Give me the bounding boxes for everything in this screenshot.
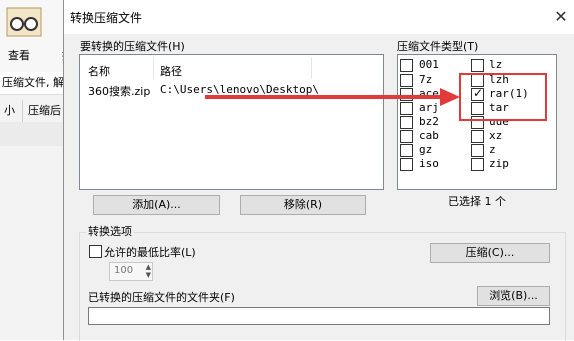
output-folder-label: 已转换的压缩文件的文件夹(F): [88, 291, 235, 304]
min-ratio-checkbox[interactable]: [89, 245, 102, 258]
glasses-icon[interactable]: [6, 7, 42, 37]
background-column-size[interactable]: 小: [0, 100, 15, 122]
type-checkbox-arj[interactable]: [400, 102, 413, 115]
ratio-value: 100: [114, 265, 134, 276]
archives-to-convert-label: 要转换的压缩文件(H): [80, 40, 185, 53]
column-divider[interactable]: [153, 57, 154, 79]
convert-archives-dialog: 转换压缩文件 ✕ 要转换的压缩文件(H) 名称 路径 360搜索.zip C:\…: [63, 0, 574, 341]
ratio-stepper[interactable]: 100 ▲ ▼: [109, 262, 153, 281]
type-checkbox-cab[interactable]: [400, 130, 413, 143]
compress-button[interactable]: 压缩(C)...: [430, 243, 550, 263]
dialog-title: 转换压缩文件: [70, 11, 143, 25]
type-checkbox-ace[interactable]: [400, 88, 413, 101]
type-label-001[interactable]: 001: [419, 58, 439, 71]
column-divider[interactable]: [311, 57, 312, 79]
archive-types-label: 压缩文件类型(T): [397, 40, 479, 53]
remove-button[interactable]: 移除(R): [240, 195, 366, 215]
type-label-zip[interactable]: zip: [489, 157, 509, 170]
type-label-cab[interactable]: cab: [419, 129, 439, 142]
output-folder-input[interactable]: [88, 307, 550, 325]
annotation-highlight-box: [459, 73, 547, 121]
add-button[interactable]: 添加(A)...: [93, 195, 220, 215]
close-icon[interactable]: ✕: [550, 6, 572, 28]
file-row-name[interactable]: 360搜索.zip: [88, 83, 150, 99]
background-status-text: 压缩文件, 解: [0, 72, 68, 95]
type-checkbox-xz[interactable]: [471, 130, 484, 143]
type-checkbox-bz2[interactable]: [400, 116, 413, 129]
browse-button[interactable]: 浏览(B)...: [477, 286, 550, 306]
column-header-name[interactable]: 名称: [88, 63, 110, 79]
spin-down-icon[interactable]: ▼: [146, 271, 151, 279]
column-divider: [22, 100, 23, 122]
type-label-iso[interactable]: iso: [419, 157, 439, 170]
conversion-options-label: 转换选项: [86, 223, 134, 239]
archive-file-list[interactable]: 名称 路径 360搜索.zip C:\Users\lenovo\Desktop\: [79, 54, 384, 190]
type-label-arj[interactable]: arj: [419, 101, 439, 114]
type-label-lz[interactable]: lz: [489, 58, 502, 71]
type-label-bz2[interactable]: bz2: [419, 115, 439, 128]
column-header-path[interactable]: 路径: [160, 63, 182, 79]
type-checkbox-001[interactable]: [400, 59, 413, 72]
background-row: [0, 122, 66, 146]
type-label-xz[interactable]: xz: [489, 129, 502, 142]
type-label-ace[interactable]: ace: [419, 87, 439, 100]
type-checkbox-iso[interactable]: [400, 158, 413, 171]
type-checkbox-z[interactable]: [471, 144, 484, 157]
type-checkbox-lz[interactable]: [471, 59, 484, 72]
selected-count-text: 已选择 1 个: [448, 195, 506, 208]
view-toolbar-label[interactable]: 查看: [8, 47, 30, 63]
type-checkbox-7z[interactable]: [400, 74, 413, 87]
spin-up-icon[interactable]: ▲: [146, 263, 151, 271]
dialog-titlebar[interactable]: 转换压缩文件 ✕: [64, 0, 574, 34]
min-ratio-label[interactable]: 允许的最低比率(L): [104, 244, 196, 260]
type-checkbox-gz[interactable]: [400, 144, 413, 157]
type-label-gz[interactable]: gz: [419, 143, 432, 156]
background-column-packed[interactable]: 压缩后: [28, 100, 61, 122]
file-row-path[interactable]: C:\Users\lenovo\Desktop\: [160, 83, 319, 96]
type-label-z[interactable]: z: [489, 143, 496, 156]
type-checkbox-zip[interactable]: [471, 158, 484, 171]
type-label-7z[interactable]: 7z: [419, 73, 432, 86]
